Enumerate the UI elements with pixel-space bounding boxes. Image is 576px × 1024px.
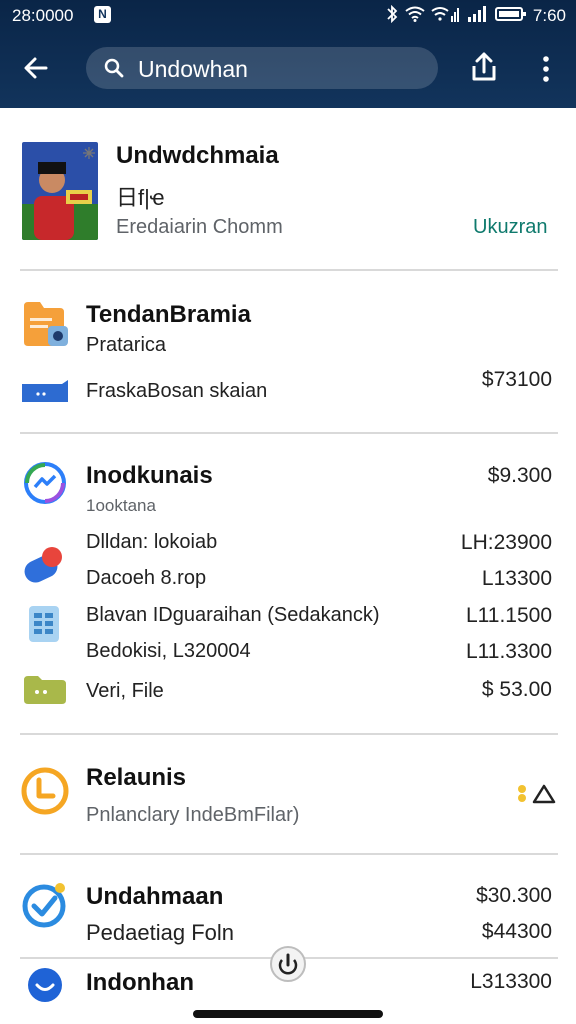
clock-icon (20, 766, 70, 821)
list-item-label[interactable]: Bedokisi, L320004 (86, 640, 251, 663)
arrow-left-icon (24, 57, 48, 79)
list-item-label[interactable]: Veri, File (86, 680, 164, 703)
search-icon (104, 58, 124, 78)
more-options-button[interactable] (533, 54, 559, 84)
document-folder-icon (22, 300, 68, 355)
back-button[interactable] (20, 52, 52, 84)
divider (20, 853, 558, 855)
section-four-title-amount: $30.300 (476, 884, 552, 907)
notification-icon: N (94, 6, 111, 23)
share-icon (472, 52, 496, 81)
section-five-title: Indonhan (86, 969, 194, 996)
warning-icon[interactable] (517, 782, 557, 811)
section-one-row-amount: $73100 (481, 368, 552, 391)
list-item-amount: L11.3300 (465, 640, 552, 663)
status-time: 28:0000 (12, 6, 74, 25)
check-circle-icon (22, 880, 70, 935)
power-icon (278, 953, 298, 975)
section-one-row-label[interactable]: FraskaBosan skaian (86, 380, 267, 403)
section-four-row-amount: $44300 (481, 920, 552, 943)
sparkle-icon (82, 146, 96, 165)
bluetooth-icon (385, 4, 399, 28)
list-item-amount: L13300 (481, 567, 552, 590)
search-field[interactable]: Undowhan (86, 47, 438, 89)
list-item-amount: $ 53.00 (481, 678, 552, 701)
messenger-icon (22, 460, 68, 511)
section-five-title-amount: L313300 (470, 970, 552, 993)
profile-action-link[interactable]: Ukuzran (473, 216, 547, 239)
divider (20, 432, 558, 434)
section-one-title: TendanBramia (86, 301, 251, 328)
more-vert-icon (543, 56, 549, 82)
card-icon (22, 380, 68, 407)
status-clock: 7:60 (532, 6, 566, 25)
list-item-amount: LH:23900 (460, 531, 552, 554)
wifi-icon (405, 6, 425, 27)
section-two-subtitle: 1ooktana (86, 496, 156, 515)
section-four-row-label[interactable]: Pedaetiag Foln (86, 920, 234, 946)
section-two-title: Inodkunais (86, 462, 213, 489)
spreadsheet-icon (28, 605, 60, 648)
section-one-subtitle: Pratarica (86, 334, 167, 356)
wifi-signal-icon (431, 6, 461, 27)
app-bar: 28:0000 N 7:60 Undowhan (0, 0, 576, 108)
section-two-title-amount: $9.300 (487, 464, 552, 487)
floating-action-button[interactable] (270, 946, 306, 982)
section-four-title: Undahmaan (86, 883, 224, 910)
list-item-label[interactable]: Dlldan: lokoiab (86, 531, 217, 554)
search-input[interactable]: Undowhan (138, 56, 248, 83)
list-item-amount: L11.1500 (465, 604, 552, 627)
list-item-label[interactable]: Dacoeh 8.rop (86, 567, 206, 590)
section-three-subtitle: Pnlanclary IndeBmFilar) (86, 804, 300, 826)
share-button[interactable] (468, 50, 500, 84)
divider (20, 269, 558, 271)
status-bar: 28:0000 N 7:60 (0, 0, 576, 32)
section-three-title: Relaunis (86, 764, 187, 791)
divider (20, 733, 558, 735)
list-item-label[interactable]: Blavan IDguaraihan (Sedakanck) (86, 604, 380, 627)
profile-name: Undwdchmaia (116, 142, 279, 169)
file-folder-icon (24, 676, 66, 709)
capsule-icon (22, 544, 66, 593)
cell-signal-icon (467, 5, 489, 27)
profile-detail: Eredaiarin Chomm (116, 216, 283, 238)
status-icons: 7:60 (385, 4, 566, 28)
profile-subtitle: 日f|ҽ (116, 185, 165, 210)
battery-icon (494, 6, 527, 27)
home-indicator[interactable] (193, 1010, 383, 1018)
smile-badge-icon (26, 966, 64, 1009)
